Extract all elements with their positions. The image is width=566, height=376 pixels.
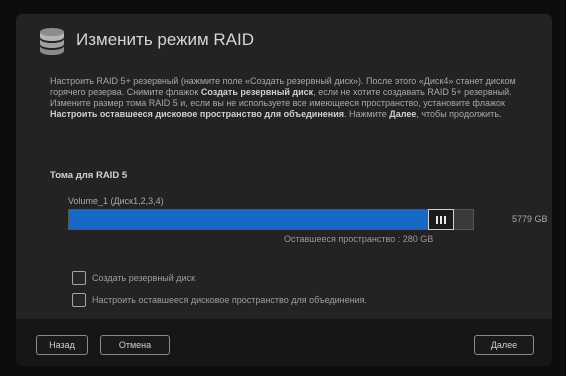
section-title: Тома для RAID 5 bbox=[50, 170, 128, 181]
configure-remaining-checkbox[interactable] bbox=[72, 293, 86, 307]
create-spare-label: Создать резервный диск bbox=[92, 273, 196, 283]
description-text-3: . Нажмите bbox=[344, 109, 390, 119]
description-bold-create-spare: Создать резервный диск bbox=[200, 87, 314, 97]
volume-size: 5779 GB bbox=[512, 214, 548, 224]
remaining-space: Оставшееся пространство : 280 GB bbox=[284, 234, 434, 244]
next-button[interactable]: Далее bbox=[474, 335, 534, 355]
create-spare-option[interactable]: Создать резервный диск bbox=[72, 271, 195, 285]
dialog-title: Изменить режим RAID bbox=[76, 30, 255, 49]
volume-size-fill bbox=[69, 210, 454, 229]
description-bold-configure-space: Настроить оставшееся дисковое пространст… bbox=[50, 109, 345, 119]
database-icon bbox=[40, 28, 64, 55]
dialog-header: Изменить режим RAID bbox=[16, 14, 552, 64]
volume-label: Volume_1 (Диск1,2,3,4) bbox=[68, 196, 164, 206]
volume-size-slider[interactable] bbox=[68, 209, 474, 230]
raid-dialog: Изменить режим RAID Настроить RAID 5+ ре… bbox=[16, 14, 552, 366]
slider-grip-icon[interactable] bbox=[428, 209, 454, 230]
dialog-description: Настроить RAID 5+ резервный (нажмите пол… bbox=[50, 76, 544, 120]
create-spare-checkbox[interactable] bbox=[72, 271, 86, 285]
configure-remaining-label: Настроить оставшееся дисковое пространст… bbox=[92, 295, 368, 305]
configure-remaining-option[interactable]: Настроить оставшееся дисковое пространст… bbox=[72, 293, 367, 307]
description-text-4: , чтобы продолжить. bbox=[416, 109, 502, 119]
dialog-footer: Назад Отмена Далее bbox=[16, 319, 552, 366]
back-button[interactable]: Назад bbox=[36, 335, 88, 355]
cancel-button[interactable]: Отмена bbox=[100, 335, 170, 355]
description-bold-next: Далее bbox=[389, 109, 417, 119]
